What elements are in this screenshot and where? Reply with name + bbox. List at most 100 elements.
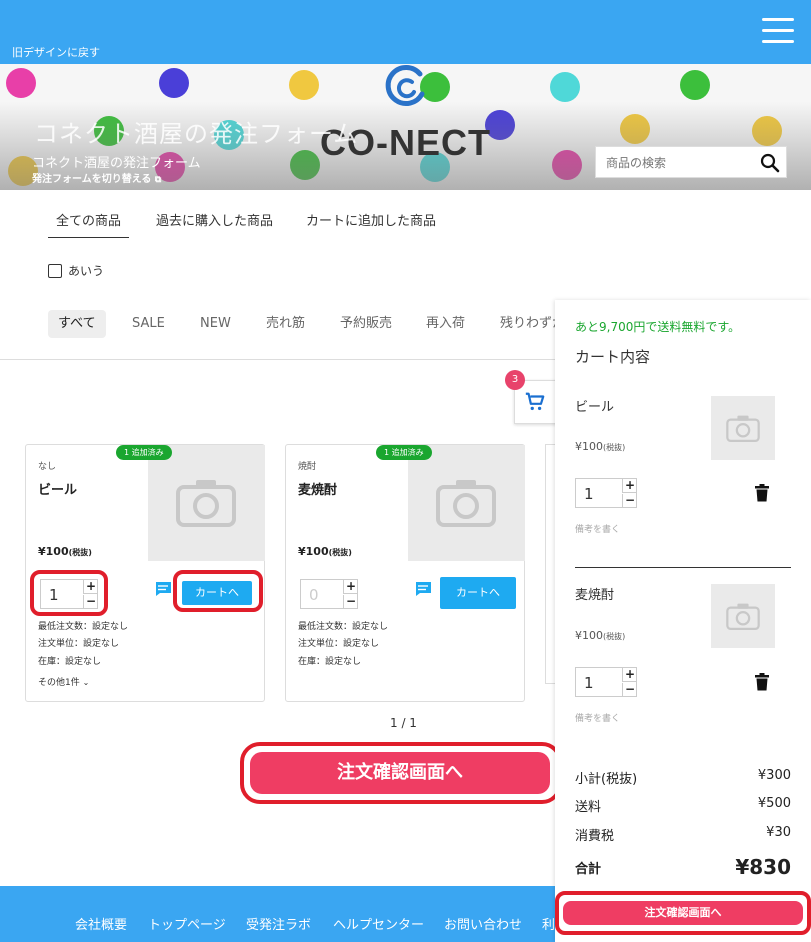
total-value: ¥830 [735,855,791,879]
added-badge: 1 追加済み [376,445,432,460]
quantity-stepper[interactable]: 0 + − [300,579,358,609]
product-image [408,445,525,561]
camera-placeholder-icon [176,480,236,527]
filter-pre-order[interactable]: 予約販売 [340,310,392,338]
cart-item-price: ¥100(税抜) [575,629,625,642]
min-order: 最低注文数：設定なし [298,622,389,632]
order-unit: 注文単位：設定なし [298,639,380,649]
trash-icon[interactable] [755,484,769,502]
cart-item-quantity[interactable]: 1 + − [575,478,637,508]
added-badge: 1 追加済み [116,445,172,460]
highlight-quantity [30,570,108,616]
price-value: ¥100 [298,545,329,558]
cart-item-price-value: ¥100 [575,440,603,453]
product-image [148,445,265,561]
subtotal-value: ¥300 [757,768,791,783]
order-unit: 注文単位：設定なし [38,639,120,649]
footer-link-help[interactable]: ヘルプセンター [333,914,424,933]
shop-title-large: コネクト酒屋の発注フォーム [34,120,359,148]
chevron-down-icon: ⌄ [82,678,90,687]
stock: 在庫：設定なし [38,657,102,667]
cart-count-badge: 3 [505,370,525,390]
cart-item-quantity[interactable]: 1 + − [575,667,637,697]
cart-item-tax-note: (税抜) [603,443,626,452]
conect-logo-icon [385,65,425,106]
quantity-minus-button[interactable]: − [343,595,358,609]
tab-in-cart[interactable]: カートに追加した商品 [298,210,444,237]
tab-all-products[interactable]: 全ての商品 [48,210,130,238]
footer-link-company[interactable]: 会社概要 [75,914,127,933]
filter-few-left[interactable]: 残りわずか [500,310,556,338]
quantity-value[interactable]: 1 [584,674,594,692]
footer-link-terms[interactable]: 利 [542,914,555,933]
footer-link-contact[interactable]: お問い合わせ [444,914,522,933]
cart-item-name: ビール [575,400,615,415]
more-toggle[interactable]: その他1件 ⌄ [38,675,89,688]
total-label: 合計 [575,862,602,877]
stock: 在庫：設定なし [298,657,362,667]
quantity-plus-button[interactable]: + [343,580,358,594]
quantity-plus-button[interactable]: + [622,479,637,493]
tax-label: 消費税 [575,829,615,844]
filter-all[interactable]: すべて [48,310,106,338]
cart-item-image [711,584,775,648]
quantity-value[interactable]: 0 [309,586,319,604]
old-design-link[interactable]: 旧デザインに戻す [12,44,100,60]
filter-sale[interactable]: SALE [132,310,165,338]
add-to-cart-button[interactable]: カートへ [440,577,516,609]
cart-item-note-link[interactable]: 備考を書く [575,711,620,724]
switch-form-link[interactable]: 発注フォームを切り替える ⧉ [32,170,161,185]
cart-panel: あと9,700円で送料無料です。 カート内容 ビール ¥100(税抜) 1 + … [555,300,811,942]
filter-best-seller[interactable]: 売れ筋 [266,310,305,338]
subtotal-label: 小計(税抜) [575,772,638,787]
camera-placeholder-icon [436,480,496,527]
shipping-value: ¥500 [757,796,791,811]
cart-item-image [711,396,775,460]
highlight-cart-button [173,570,263,612]
cart-title: カート内容 [575,348,651,366]
product-category: なし [38,462,57,472]
trash-icon[interactable] [755,673,769,691]
product-name[interactable]: 麦焼酎 [298,479,337,498]
tax-note: (税抜) [328,548,352,557]
filter-new[interactable]: NEW [200,310,231,338]
free-shipping-message: あと9,700円で送料無料です。 [575,320,741,334]
cart-item-note-link[interactable]: 備考を書く [575,522,620,535]
cart-item-divider [575,567,791,568]
product-card: 1 追加済み 焼酎 麦焼酎 ¥100(税抜) 0 + − カートへ 最低注文数：… [285,444,525,702]
shipping-label: 送料 [575,800,602,815]
filter-checkbox[interactable]: あいう [48,262,104,279]
product-name[interactable]: ビール [38,479,77,498]
more-label: その他1件 [38,678,80,688]
quantity-minus-button[interactable]: − [622,494,637,508]
cart-icon [525,392,545,411]
product-category: 焼酎 [298,462,317,472]
cart-item-price-value: ¥100 [575,629,603,642]
cart-item-name: 麦焼酎 [575,588,615,603]
quantity-minus-button[interactable]: − [622,683,637,697]
external-link-icon: ⧉ [154,175,162,185]
side-order-confirm-button[interactable]: 注文確認画面へ [563,901,803,925]
checkbox[interactable] [48,263,62,278]
comment-icon[interactable] [154,581,172,597]
footer-link-top[interactable]: トップページ [148,914,226,933]
shop-title: コネクト酒屋の発注フォーム [32,156,201,171]
tab-purchased[interactable]: 過去に購入した商品 [148,210,281,237]
camera-placeholder-icon [726,603,760,630]
divider [0,359,560,360]
tax-note: (税抜) [68,548,92,557]
footer-link-lab[interactable]: 受発注ラボ [246,914,311,933]
product-price: ¥100(税抜) [38,545,92,558]
search-icon[interactable] [760,153,780,173]
top-bar: 旧デザインに戻す [0,0,811,64]
hamburger-menu-icon[interactable] [762,18,794,44]
quantity-value[interactable]: 1 [584,485,594,503]
search-input[interactable] [606,153,746,173]
price-value: ¥100 [38,545,69,558]
quantity-plus-button[interactable]: + [622,668,637,682]
camera-placeholder-icon [726,415,760,442]
filter-restock[interactable]: 再入荷 [426,310,465,338]
comment-icon[interactable] [414,581,432,597]
order-confirm-button[interactable]: 注文確認画面へ [250,752,550,794]
pagination: 1 / 1 [390,716,417,730]
